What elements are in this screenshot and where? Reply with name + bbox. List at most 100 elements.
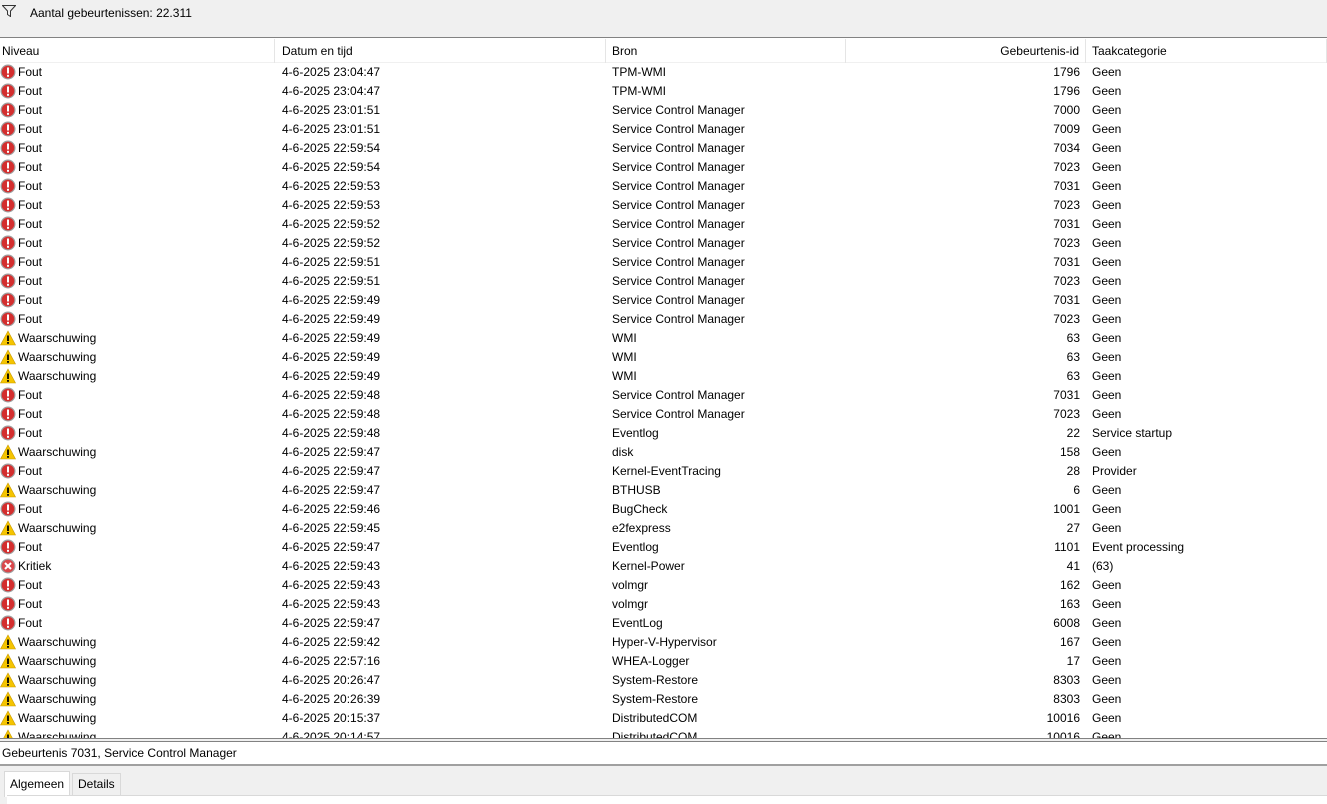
table-row[interactable]: Fout 4-6-2025 23:01:51 Service Control Man…	[0, 101, 1327, 120]
table-row[interactable]: Fout 4-6-2025 22:59:47 Kernel-EventTracing…	[0, 462, 1327, 481]
source-cell: WMI	[612, 331, 637, 345]
detail-pane: Algemeen Details	[0, 766, 1327, 804]
table-row[interactable]: Waarschuwing 4-6-2025 22:59:49 WMI 63 Geen	[0, 367, 1327, 386]
table-row[interactable]: Fout 4-6-2025 22:59:52 Service Control Man…	[0, 234, 1327, 253]
table-row[interactable]: Fout 4-6-2025 22:59:51 Service Control Man…	[0, 253, 1327, 272]
datetime-cell: 4-6-2025 23:04:47	[282, 84, 381, 98]
table-row[interactable]: Fout 4-6-2025 22:59:51 Service Control Man…	[0, 272, 1327, 291]
datetime-cell: 4-6-2025 22:59:52	[282, 236, 381, 250]
table-row[interactable]: Waarschuwing 4-6-2025 22:59:47 BTHUSB 6 Geen	[0, 481, 1327, 500]
task-category-cell: Geen	[1092, 65, 1122, 79]
table-row[interactable]: Fout 4-6-2025 23:04:47 TPM-WMI 1796 Geen	[0, 63, 1327, 82]
source-cell: DistributedCOM	[612, 711, 698, 725]
level-cell: Waarschuwing	[0, 443, 275, 462]
datetime-cell: 4-6-2025 22:59:47	[282, 464, 381, 478]
table-row[interactable]: Fout 4-6-2025 22:59:48 Service Control Man…	[0, 405, 1327, 424]
table-row[interactable]: Fout 4-6-2025 22:59:54 Service Control Man…	[0, 139, 1327, 158]
column-header-id[interactable]: Gebeurtenis-id	[846, 39, 1086, 63]
level-cell: Fout	[0, 462, 275, 481]
table-row[interactable]: Fout 4-6-2025 22:59:53 Service Control Man…	[0, 177, 1327, 196]
event-detail-title: Gebeurtenis 7031, Service Control Manage…	[0, 742, 1327, 766]
level-label: Waarschuwing	[18, 654, 97, 668]
table-row[interactable]: Fout 4-6-2025 22:59:47 EventLog 6008 Geen	[0, 614, 1327, 633]
level-label: Fout	[18, 293, 43, 307]
table-row[interactable]: Fout 4-6-2025 22:59:46 BugCheck 1001 Geen	[0, 500, 1327, 519]
table-row[interactable]: Fout 4-6-2025 22:59:53 Service Control Man…	[0, 196, 1327, 215]
table-row[interactable]: Waarschuwing 4-6-2025 22:59:49 WMI 63 Geen	[0, 348, 1327, 367]
error-icon	[0, 596, 18, 612]
warning-icon	[0, 482, 18, 498]
table-row[interactable]: Fout 4-6-2025 22:59:48 Eventlog 22 Service s…	[0, 424, 1327, 443]
task-category-cell: Provider	[1092, 464, 1137, 478]
event-id-cell: 63	[1066, 350, 1080, 364]
task-category-cell: Geen	[1092, 274, 1122, 288]
task-category-cell: (63)	[1092, 559, 1114, 573]
table-row[interactable]: Waarschuwing 4-6-2025 22:59:49 WMI 63 Geen	[0, 329, 1327, 348]
level-cell: Fout	[0, 614, 275, 633]
table-row[interactable]: Waarschuwing 4-6-2025 20:15:37 Distributed…	[0, 709, 1327, 728]
table-row[interactable]: Waarschuwing 4-6-2025 22:59:45 e2fexpress 2…	[0, 519, 1327, 538]
event-id-cell: 7031	[1053, 255, 1080, 269]
datetime-cell: 4-6-2025 22:59:43	[282, 597, 381, 611]
source-cell: Service Control Manager	[612, 255, 745, 269]
task-category-cell: Geen	[1092, 445, 1122, 459]
source-cell: Eventlog	[612, 426, 659, 440]
task-category-cell: Geen	[1092, 84, 1122, 98]
level-cell: Waarschuwing	[0, 690, 275, 709]
event-list[interactable]: Niveau Datum en tijd Bron Gebeurtenis-id…	[0, 39, 1327, 738]
column-header-niveau[interactable]: Niveau	[0, 39, 275, 63]
event-id-cell: 7034	[1053, 141, 1080, 155]
error-icon	[0, 197, 18, 213]
level-cell: Fout	[0, 82, 275, 101]
level-label: Waarschuwing	[18, 673, 97, 687]
source-cell: DistributedCOM	[612, 730, 698, 738]
error-icon	[0, 83, 18, 99]
level-label: Waarschuwing	[18, 445, 97, 459]
error-icon	[0, 577, 18, 593]
warning-icon	[0, 672, 18, 688]
table-row[interactable]: Waarschuwing 4-6-2025 22:59:47 disk 158 Geen	[0, 443, 1327, 462]
level-label: Fout	[18, 502, 43, 516]
table-row[interactable]: Fout 4-6-2025 22:59:48 Service Control Man…	[0, 386, 1327, 405]
column-header-taakcategorie[interactable]: Taakcategorie	[1086, 39, 1327, 63]
error-icon	[0, 121, 18, 137]
error-icon	[0, 64, 18, 80]
table-row[interactable]: Waarschuwing 4-6-2025 20:26:39 System-Rest…	[0, 690, 1327, 709]
column-header-datum[interactable]: Datum en tijd	[276, 39, 606, 63]
event-id-cell: 162	[1059, 578, 1080, 592]
warning-icon	[0, 349, 18, 365]
error-icon	[0, 273, 18, 289]
tab-algemeen[interactable]: Algemeen	[4, 771, 71, 797]
table-row[interactable]: Waarschuwing 4-6-2025 20:14:57 Distributed…	[0, 728, 1327, 738]
table-row[interactable]: Waarschuwing 4-6-2025 22:57:16 WHEA-Logger…	[0, 652, 1327, 671]
table-row[interactable]: Fout 4-6-2025 23:04:47 TPM-WMI 1796 Geen	[0, 82, 1327, 101]
table-row[interactable]: Kritiek 4-6-2025 22:59:43 Kernel-Power 41 (6…	[0, 557, 1327, 576]
table-row[interactable]: Fout 4-6-2025 22:59:49 Service Control Man…	[0, 291, 1327, 310]
column-header-bron[interactable]: Bron	[606, 39, 846, 63]
error-icon	[0, 539, 18, 555]
task-category-cell: Geen	[1092, 388, 1122, 402]
level-label: Fout	[18, 464, 43, 478]
table-row[interactable]: Fout 4-6-2025 22:59:49 Service Control Man…	[0, 310, 1327, 329]
source-cell: Kernel-Power	[612, 559, 685, 573]
table-row[interactable]: Fout 4-6-2025 22:59:52 Service Control Man…	[0, 215, 1327, 234]
task-category-cell: Geen	[1092, 407, 1122, 421]
table-row[interactable]: Fout 4-6-2025 22:59:43 volmgr 162 Geen	[0, 576, 1327, 595]
event-id-cell: 7023	[1053, 236, 1080, 250]
task-category-cell: Geen	[1092, 122, 1122, 136]
source-cell: System-Restore	[612, 692, 699, 706]
table-row[interactable]: Waarschuwing 4-6-2025 20:26:47 System-Rest…	[0, 671, 1327, 690]
task-category-cell: Geen	[1092, 730, 1122, 738]
event-id-cell: 7031	[1053, 179, 1080, 193]
event-id-cell: 7023	[1053, 198, 1080, 212]
table-row[interactable]: Waarschuwing 4-6-2025 22:59:42 Hyper-V-Hyp…	[0, 633, 1327, 652]
level-label: Waarschuwing	[18, 483, 97, 497]
error-icon	[0, 159, 18, 175]
table-row[interactable]: Fout 4-6-2025 22:59:54 Service Control Man…	[0, 158, 1327, 177]
table-row[interactable]: Fout 4-6-2025 23:01:51 Service Control Man…	[0, 120, 1327, 139]
error-icon	[0, 387, 18, 403]
filter-icon[interactable]	[2, 5, 16, 17]
table-row[interactable]: Fout 4-6-2025 22:59:47 Eventlog 1101 Event p…	[0, 538, 1327, 557]
tab-details[interactable]: Details	[72, 773, 121, 795]
table-row[interactable]: Fout 4-6-2025 22:59:43 volmgr 163 Geen	[0, 595, 1327, 614]
